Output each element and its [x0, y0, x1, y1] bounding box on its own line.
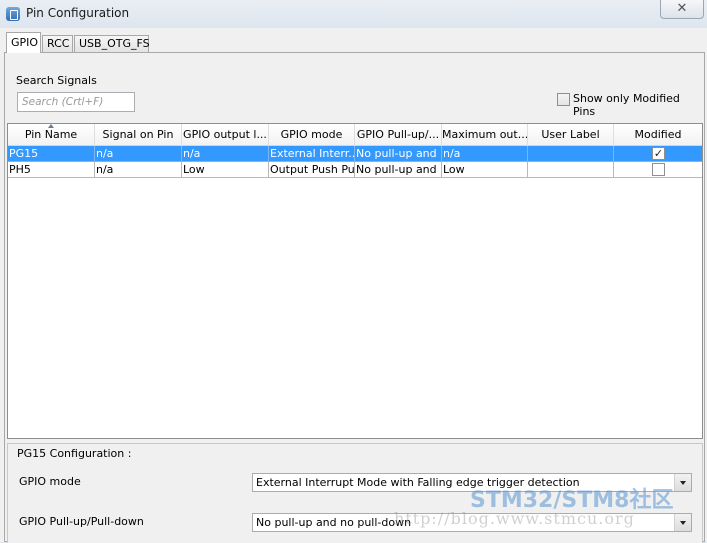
cell-gpio-mode: Output Push Pull [269, 162, 355, 178]
cell-pin-name: PH5 [8, 162, 95, 178]
sort-ascending-icon [48, 124, 54, 128]
search-label: Search Signals [16, 74, 97, 87]
column-header-signal[interactable]: Signal on Pin [95, 124, 182, 146]
column-header-max-speed[interactable]: Maximum out... [442, 124, 528, 146]
column-header-pull[interactable]: GPIO Pull-up/... [355, 124, 442, 146]
column-header-modified[interactable]: Modified [614, 124, 702, 146]
close-button[interactable]: ✕ [660, 0, 704, 19]
config-title: PG15 Configuration : [17, 447, 132, 460]
cell-pin-name: PG15 [8, 146, 95, 162]
watermark-url: http://blog.www.stmcu.org [394, 509, 635, 528]
window-title: Pin Configuration [26, 6, 130, 20]
cell-gpio-mode: External Interr... [269, 146, 355, 162]
cell-pull: No pull-up and ... [355, 146, 442, 162]
search-input[interactable] [17, 92, 135, 112]
column-header-user-label[interactable]: User Label [528, 124, 614, 146]
gpio-pull-value: No pull-up and no pull-down [256, 516, 412, 529]
title-bar: Pin Configuration ✕ [0, 0, 707, 28]
tab-gpio[interactable]: GPIO [6, 32, 41, 53]
tab-usb-otg-fs[interactable]: USB_OTG_FS [74, 35, 150, 53]
cell-signal: n/a [95, 162, 182, 178]
cell-max-speed: Low [442, 162, 528, 178]
window-client: GPIO RCC USB_OTG_FS Search Signals Show … [0, 28, 707, 543]
app-icon [6, 7, 20, 21]
pin-table: Pin Name Signal on Pin GPIO output l... … [7, 123, 703, 439]
gpio-tab-panel: Search Signals Show only Modified Pins P… [4, 52, 705, 543]
cell-signal: n/a [95, 146, 182, 162]
cell-pull: No pull-up and ... [355, 162, 442, 178]
table-row[interactable]: PH5 n/a Low Output Push Pull No pull-up … [8, 162, 702, 178]
column-header-pin-name[interactable]: Pin Name [8, 124, 95, 146]
table-header: Pin Name Signal on Pin GPIO output l... … [8, 124, 702, 146]
show-modified-label: Show only Modified Pins [573, 92, 680, 118]
cell-output-level: Low [182, 162, 269, 178]
chevron-down-icon[interactable] [674, 514, 691, 531]
cell-output-level: n/a [182, 146, 269, 162]
modified-checkbox[interactable] [652, 163, 665, 176]
show-modified-checkbox[interactable] [557, 93, 570, 106]
table-row[interactable]: PG15 n/a n/a External Interr... No pull-… [8, 146, 702, 162]
cell-user-label[interactable] [528, 162, 614, 178]
cell-max-speed: n/a [442, 146, 528, 162]
gpio-mode-label: GPIO mode [19, 475, 81, 488]
gpio-pull-label: GPIO Pull-up/Pull-down [19, 515, 144, 528]
column-header-gpio-mode[interactable]: GPIO mode [269, 124, 355, 146]
chevron-down-icon[interactable] [674, 474, 691, 491]
modified-checkbox[interactable]: ✓ [652, 147, 665, 160]
tab-rcc[interactable]: RCC [42, 35, 73, 53]
column-header-output-level[interactable]: GPIO output l... [182, 124, 269, 146]
cell-user-label[interactable] [528, 146, 614, 162]
